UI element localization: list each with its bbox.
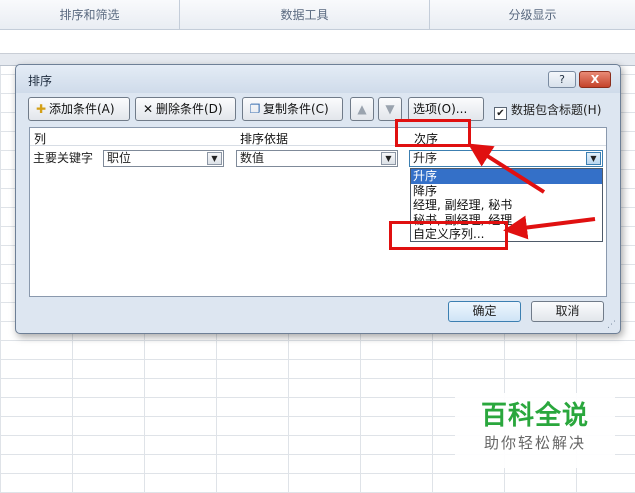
copy-icon: ❐	[249, 102, 261, 116]
primary-key-label: 主要关键字	[33, 151, 94, 165]
order-select[interactable]: 升序 ▼	[409, 150, 603, 167]
copy-level-label: 复制条件(C)	[263, 102, 329, 116]
ok-button[interactable]: 确定	[448, 301, 521, 322]
delete-level-label: 删除条件(D)	[156, 102, 223, 116]
up-arrow-icon: ▲	[357, 102, 367, 116]
has-headers-toggle[interactable]: ✔ 数据包含标题(H)	[494, 101, 601, 120]
watermark-title: 百科全说	[480, 401, 589, 431]
annotation-box-custom-list	[389, 221, 508, 250]
help-button[interactable]: ?	[548, 71, 576, 88]
ribbon-group-sort-filter: 排序和筛选	[0, 0, 180, 30]
watermark-logo: 百科全说 助你轻松解决	[455, 393, 615, 468]
watermark-subtitle: 助你轻松解决	[483, 434, 586, 452]
order-option-custom-1[interactable]: 经理, 副经理, 秘书	[411, 198, 602, 213]
move-down-button[interactable]: ▼	[378, 97, 402, 121]
move-up-button[interactable]: ▲	[350, 97, 374, 121]
resize-grip-icon[interactable]: ⋰	[607, 320, 617, 330]
add-level-icon: ✚	[35, 102, 47, 116]
has-headers-checkbox[interactable]: ✔	[494, 107, 507, 120]
dialog-title: 排序	[28, 74, 53, 88]
chevron-down-icon[interactable]: ▼	[381, 152, 396, 165]
header-divider	[30, 145, 606, 146]
order-option-ascending[interactable]: 升序	[411, 169, 602, 184]
order-option-descending[interactable]: 降序	[411, 184, 602, 199]
delete-level-button[interactable]: ✕ 删除条件(D)	[135, 97, 236, 121]
close-button[interactable]: X	[579, 71, 611, 88]
sort-on-select-value: 数值	[240, 151, 265, 165]
column-select[interactable]: 职位 ▼	[103, 150, 224, 167]
ribbon-group-outline: 分级显示	[508, 8, 557, 22]
sort-levels-list: 列 排序依据 次序 主要关键字 职位 ▼ 数值 ▼ 升序 ▼ 升序 降序 经理,…	[29, 127, 607, 297]
order-select-value: 升序	[413, 151, 438, 165]
chevron-down-icon[interactable]: ▼	[586, 152, 601, 165]
has-headers-label: 数据包含标题(H)	[511, 103, 602, 117]
ribbon-group-data-tools: 数据工具	[180, 0, 430, 30]
delete-icon: ✕	[142, 102, 154, 116]
add-level-button[interactable]: ✚ 添加条件(A)	[28, 97, 130, 121]
dialog-titlebar[interactable]: 排序 ? X	[16, 65, 620, 93]
sort-dialog: 排序 ? X ✚ 添加条件(A) ✕ 删除条件(D) ❐ 复制条件(C) ▲ ▼ 选项…	[15, 64, 621, 334]
annotation-box-order-header	[395, 119, 471, 147]
sort-on-select[interactable]: 数值 ▼	[236, 150, 398, 167]
add-level-label: 添加条件(A)	[49, 102, 115, 116]
options-button[interactable]: 选项(O)...	[408, 97, 484, 121]
ribbon-group-labels: 排序和筛选 数据工具 分级显示	[0, 0, 635, 30]
down-arrow-icon: ▼	[385, 102, 395, 116]
column-select-value: 职位	[107, 151, 132, 165]
copy-level-button[interactable]: ❐ 复制条件(C)	[242, 97, 343, 121]
cancel-button[interactable]: 取消	[531, 301, 604, 322]
formula-bar[interactable]	[0, 30, 635, 54]
chevron-down-icon[interactable]: ▼	[207, 152, 222, 165]
